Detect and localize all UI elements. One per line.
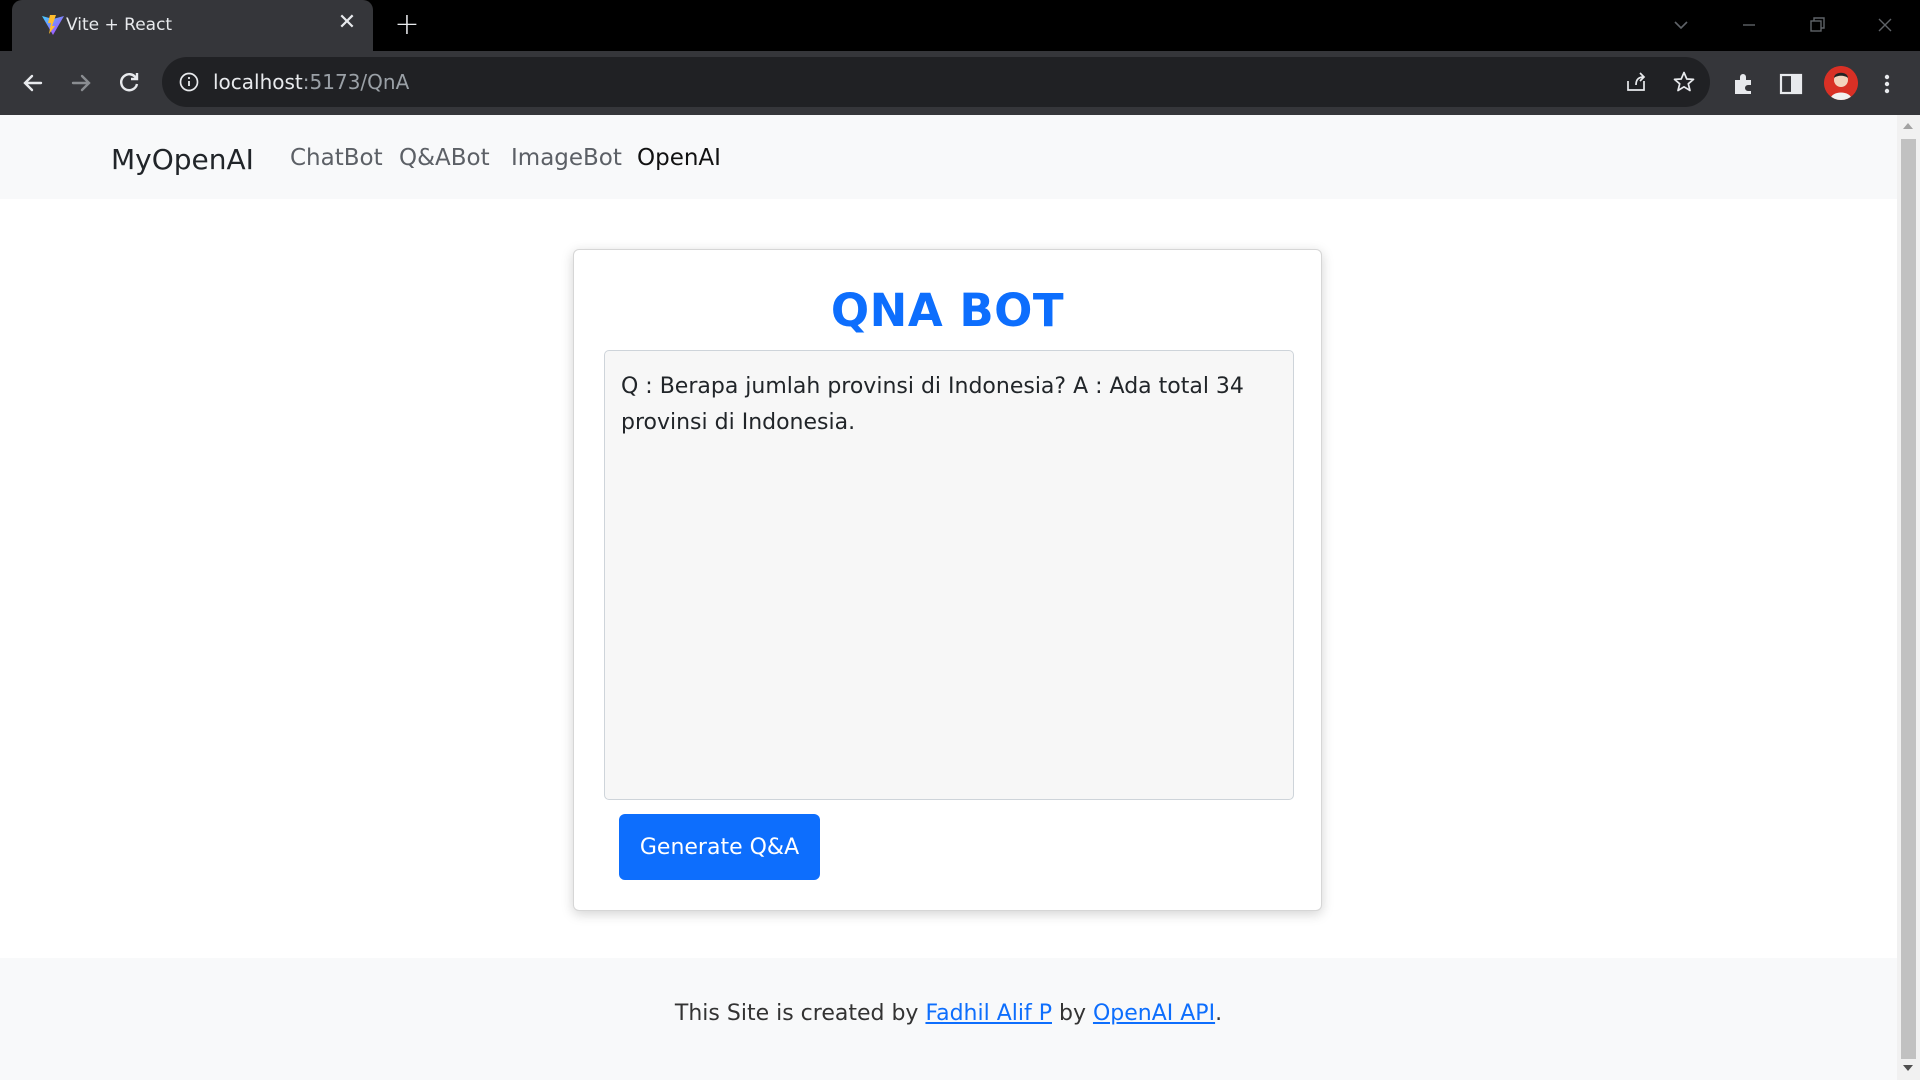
page-viewport: MyOpenAI ChatBot Q&ABot ImageBot OpenAI … bbox=[0, 115, 1897, 1080]
nav-link-imagebot[interactable]: ImageBot bbox=[511, 145, 622, 171]
author-link[interactable]: Fadhil Alif P bbox=[925, 1001, 1052, 1026]
scroll-down-icon[interactable] bbox=[1903, 1065, 1913, 1071]
avatar[interactable] bbox=[1824, 66, 1858, 100]
footer-suffix-text: . bbox=[1215, 1001, 1223, 1026]
browser-tabstrip: Vite + React ✕ + bbox=[0, 0, 1920, 51]
share-icon[interactable] bbox=[1624, 70, 1648, 94]
page-title: QNA BOT bbox=[830, 284, 1065, 337]
more-icon[interactable] bbox=[1874, 71, 1900, 97]
footer-middle-text: by bbox=[1051, 1001, 1093, 1026]
answer-text: Q : Berapa jumlah provinsi di Indonesia?… bbox=[621, 374, 1244, 435]
generate-qa-button[interactable]: Generate Q&A bbox=[619, 814, 820, 880]
reload-icon[interactable] bbox=[113, 67, 145, 99]
back-icon[interactable] bbox=[17, 67, 49, 99]
plus-icon[interactable]: + bbox=[393, 10, 421, 40]
close-icon[interactable]: ✕ bbox=[337, 12, 357, 34]
window-close-icon[interactable] bbox=[1872, 12, 1898, 38]
site-footer: This Site is created by Fadhil Alif P by… bbox=[0, 958, 1897, 1080]
nav-link-openai[interactable]: OpenAI bbox=[637, 145, 721, 171]
tab-title: Vite + React bbox=[66, 15, 173, 35]
site-navbar: MyOpenAI ChatBot Q&ABot ImageBot OpenAI bbox=[0, 115, 1897, 199]
vite-favicon-icon bbox=[41, 14, 65, 36]
nav-link-qabot[interactable]: Q&ABot bbox=[399, 145, 490, 171]
nav-link-chatbot[interactable]: ChatBot bbox=[290, 145, 383, 171]
footer-prefix-text: This Site is created by bbox=[674, 1001, 926, 1026]
minimize-icon[interactable] bbox=[1736, 12, 1762, 38]
answer-textarea[interactable]: Q : Berapa jumlah provinsi di Indonesia?… bbox=[604, 350, 1294, 800]
address-bar[interactable]: localhost:5173/QnA bbox=[162, 57, 1710, 107]
extensions-icon[interactable] bbox=[1731, 71, 1757, 97]
chevron-down-icon[interactable] bbox=[1668, 12, 1694, 38]
footer-credit: This Site is created by Fadhil Alif P by… bbox=[0, 1001, 1897, 1026]
scroll-up-icon[interactable] bbox=[1903, 123, 1913, 129]
page-scrollbar[interactable] bbox=[1897, 115, 1920, 1080]
forward-icon[interactable] bbox=[65, 67, 97, 99]
info-icon[interactable] bbox=[178, 71, 200, 93]
brand-link[interactable]: MyOpenAI bbox=[111, 143, 254, 176]
scroll-thumb[interactable] bbox=[1901, 139, 1916, 1059]
star-icon[interactable] bbox=[1672, 70, 1696, 94]
restore-icon[interactable] bbox=[1804, 12, 1830, 38]
sidepanel-icon[interactable] bbox=[1778, 71, 1804, 97]
browser-tab[interactable]: Vite + React ✕ bbox=[12, 0, 373, 51]
url-text[interactable]: localhost:5173/QnA bbox=[213, 70, 409, 94]
qna-card: QNA BOT Q : Berapa jumlah provinsi di In… bbox=[573, 249, 1322, 911]
browser-toolbar: localhost:5173/QnA bbox=[0, 51, 1920, 115]
openai-api-link[interactable]: OpenAI API bbox=[1093, 1001, 1215, 1026]
